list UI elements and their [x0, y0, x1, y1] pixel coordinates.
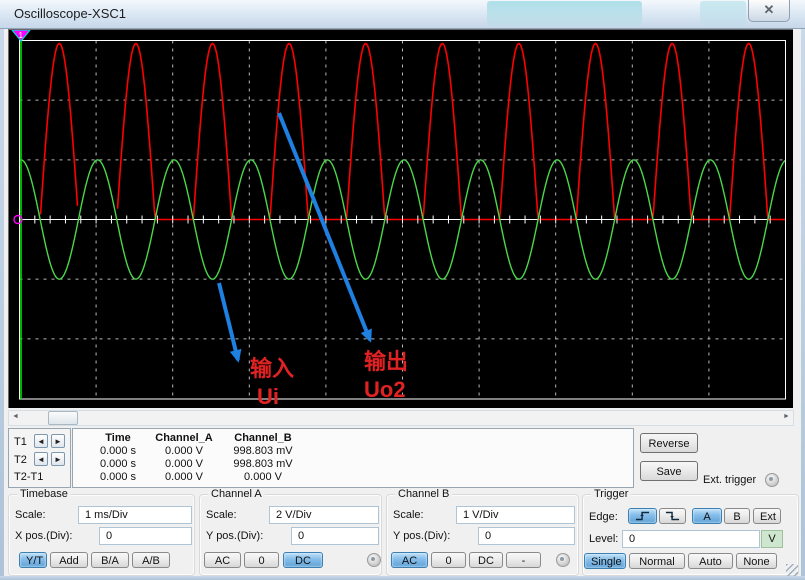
t2-right-button[interactable]: ►	[51, 452, 65, 466]
trigger-rising-edge-button[interactable]	[628, 508, 657, 524]
trigger-normal-button[interactable]: Normal	[629, 553, 685, 569]
annotation-output-text: 输出	[364, 350, 408, 374]
col-header-channel-b: Channel_B	[213, 432, 313, 444]
channel-b-zero-button[interactable]: 0	[431, 552, 466, 568]
rising-edge-icon	[629, 509, 656, 523]
trigger-title: Trigger	[591, 488, 631, 500]
trigger-level-label: Level:	[589, 533, 618, 545]
channel-a-terminal-icon[interactable]	[367, 553, 381, 567]
channel-b-group: Channel B Scale: 1 V/Div Y pos.(Div): 0 …	[386, 494, 579, 576]
channel-b-terminal-icon[interactable]	[556, 553, 570, 567]
channel-a-scale-label: Scale:	[206, 509, 237, 521]
window-title: Oscilloscope-XSC1	[14, 6, 126, 21]
scrollbar-thumb[interactable]	[48, 411, 78, 425]
trigger-level-unit-select[interactable]: V	[761, 530, 783, 548]
timebase-group: Timebase Scale: 1 ms/Div X pos.(Div): 0 …	[8, 494, 195, 576]
window-frame-left	[0, 28, 4, 580]
measurement-readout: Time Channel_A Channel_B 0.000 s 0.000 V…	[72, 428, 634, 488]
channel-a-zero-button[interactable]: 0	[244, 552, 279, 568]
channel-b-scale-input[interactable]: 1 V/Div	[456, 506, 575, 524]
ext-trigger-terminal-icon[interactable]	[765, 473, 779, 487]
cursor-select-box: T1 ◄ ► T2 ◄ ► T2-T1	[8, 428, 71, 488]
channel-a-title: Channel A	[208, 488, 265, 500]
channel-b-minus-button[interactable]: -	[506, 552, 541, 568]
channel-a-ypos-input[interactable]: 0	[291, 527, 379, 545]
t1-channel-b: 998.803 mV	[213, 445, 313, 457]
trigger-edge-label: Edge:	[589, 511, 618, 523]
resize-grip-icon[interactable]	[786, 564, 798, 576]
trigger-source-a-button[interactable]: A	[692, 508, 722, 524]
t2-channel-b: 998.803 mV	[213, 458, 313, 470]
timebase-scale-label: Scale:	[15, 509, 46, 521]
cursor1-number: 1	[19, 31, 24, 40]
scope-hscrollbar[interactable]: ◄ ►	[8, 410, 794, 426]
window-frame-bottom	[0, 576, 805, 580]
save-button[interactable]: Save	[640, 461, 698, 481]
trigger-source-ext-button[interactable]: Ext	[753, 508, 781, 524]
channel-a-ypos-label: Y pos.(Div):	[206, 530, 263, 542]
t1-right-button[interactable]: ►	[51, 434, 65, 448]
t2-left-button[interactable]: ◄	[34, 452, 48, 466]
timebase-xpos-input[interactable]: 0	[99, 527, 192, 545]
timebase-add-button[interactable]: Add	[50, 552, 88, 568]
timebase-title: Timebase	[17, 488, 71, 500]
reverse-button[interactable]: Reverse	[640, 433, 698, 453]
channel-a-scale-input[interactable]: 2 V/Div	[269, 506, 379, 524]
channel-b-scale-label: Scale:	[393, 509, 424, 521]
falling-edge-icon	[660, 509, 685, 523]
ext-trigger-label: Ext. trigger	[703, 474, 756, 486]
channel-b-ypos-label: Y pos.(Div):	[393, 530, 450, 542]
timebase-xpos-label: X pos.(Div):	[15, 530, 72, 542]
close-icon: ✕	[764, 2, 775, 17]
cursor-t2-label: T2	[14, 454, 27, 466]
trigger-group: Trigger Edge: A B Ext Level: 0 V Single …	[582, 494, 799, 576]
channel-a-group: Channel A Scale: 2 V/Div Y pos.(Div): 0 …	[199, 494, 382, 576]
timebase-ba-button[interactable]: B/A	[91, 552, 129, 568]
oscilloscope-window: Oscilloscope-XSC1 ✕ 1	[0, 0, 805, 580]
timebase-yt-button[interactable]: Y/T	[19, 552, 47, 568]
close-button[interactable]: ✕	[748, 0, 790, 22]
trigger-falling-edge-button[interactable]	[659, 508, 686, 524]
annotation-input-symbol: Ui	[257, 385, 279, 409]
trigger-level-input[interactable]: 0	[622, 530, 760, 548]
channel-b-title: Channel B	[395, 488, 452, 500]
titlebar-glass-reflection	[700, 1, 746, 26]
trigger-none-button[interactable]: None	[736, 553, 777, 569]
annotation-input-text: 输入	[250, 357, 294, 381]
cursor-t2t1-label: T2-T1	[14, 471, 43, 483]
cursor-t1-label: T1	[14, 436, 27, 448]
channel-b-ypos-input[interactable]: 0	[478, 527, 575, 545]
trigger-auto-button[interactable]: Auto	[688, 553, 733, 569]
window-frame-right	[801, 28, 805, 580]
scroll-right-icon[interactable]: ►	[780, 411, 793, 423]
timebase-ab-button[interactable]: A/B	[132, 552, 170, 568]
t1-left-button[interactable]: ◄	[34, 434, 48, 448]
trigger-single-button[interactable]: Single	[584, 553, 626, 569]
channel-b-ac-button[interactable]: AC	[391, 552, 428, 568]
titlebar-glass-reflection	[487, 1, 642, 26]
channel-b-dc-button[interactable]: DC	[469, 552, 503, 568]
trigger-source-b-button[interactable]: B	[724, 508, 750, 524]
channel-a-dc-button[interactable]: DC	[283, 552, 323, 568]
annotation-output-symbol: Uo2	[364, 378, 406, 402]
timebase-scale-input[interactable]: 1 ms/Div	[78, 506, 192, 524]
titlebar[interactable]: Oscilloscope-XSC1 ✕	[0, 0, 805, 29]
channel-a-ac-button[interactable]: AC	[204, 552, 241, 568]
t2t1-channel-b: 0.000 V	[213, 471, 313, 483]
scroll-left-icon[interactable]: ◄	[9, 411, 22, 423]
